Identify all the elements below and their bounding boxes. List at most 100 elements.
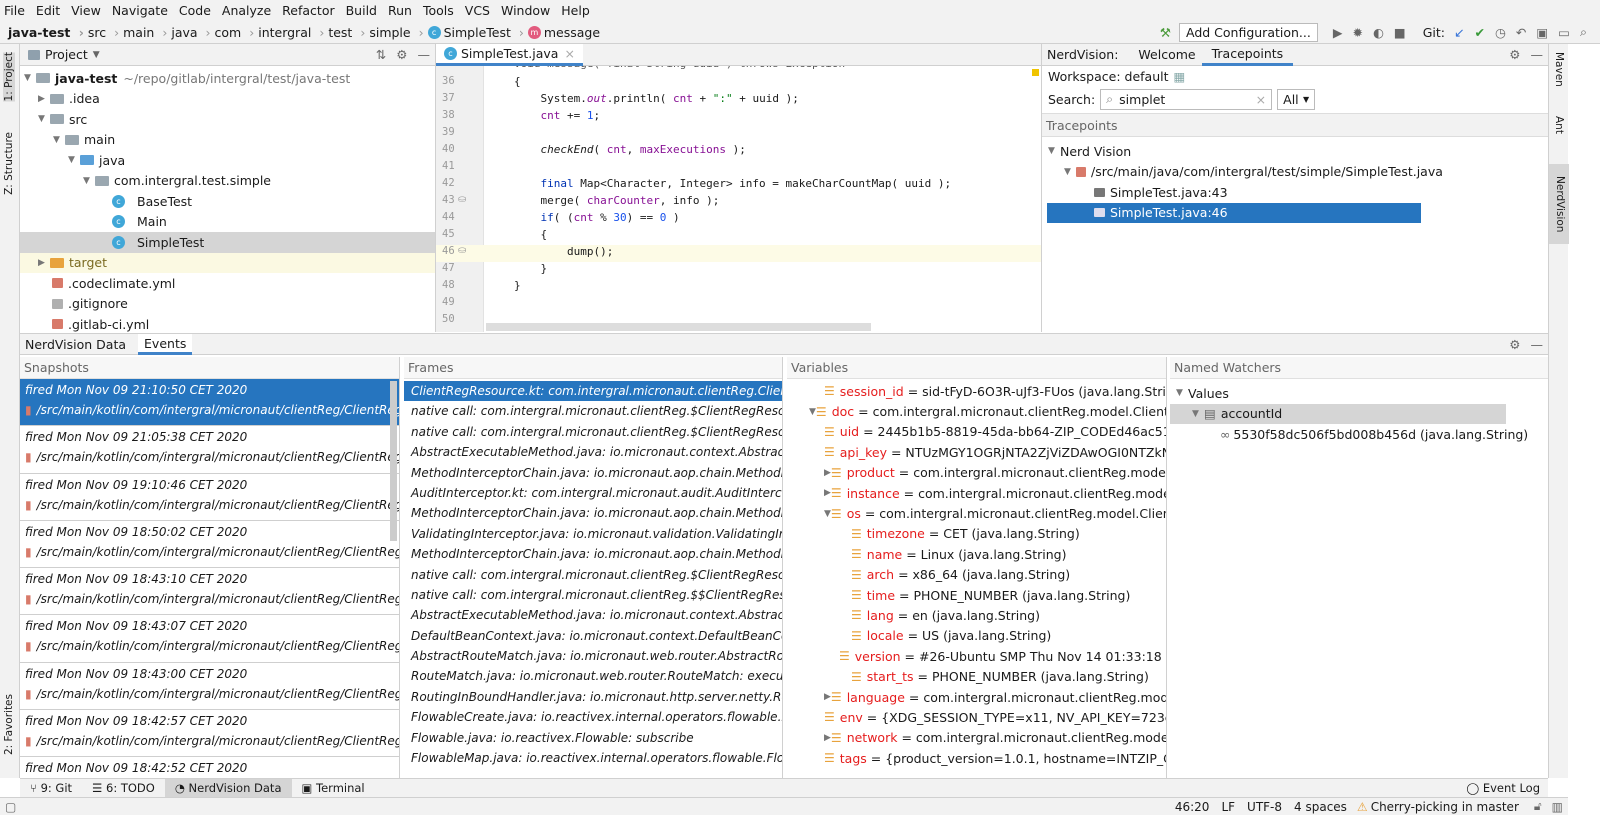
git-commit-icon[interactable]: ✔ (1474, 25, 1484, 40)
frame-item[interactable]: MethodInterceptorChain.java: io.micronau… (404, 503, 782, 523)
editor-tab-simpletest[interactable]: c SimpleTest.java × (436, 44, 583, 66)
tree-item-root[interactable]: ▼ java-test ~/repo/gitlab/intergral/test/j… (20, 68, 435, 89)
tree-item-class[interactable]: c BaseTest (20, 191, 435, 212)
frame-item[interactable]: MethodInterceptorChain.java: io.micronau… (404, 544, 782, 564)
line-separator[interactable]: LF (1221, 800, 1235, 814)
variable-item[interactable]: ☰ version = #26-Ubuntu SMP Thu Nov 14 01:… (787, 646, 1166, 666)
frame-item[interactable]: native call: com.intergral.micronaut.cli… (404, 401, 782, 421)
variable-item[interactable]: ▶ ☰ product = com.intergral.micronaut.clie… (787, 463, 1166, 483)
history-icon[interactable]: ◷ (1495, 25, 1506, 40)
code-editor[interactable]: cSimpleTest.java× void message( final St… (436, 44, 1042, 332)
expand-arrow-icon[interactable]: ▶ (824, 692, 831, 702)
search-input[interactable]: ⌕ simplet × (1100, 88, 1273, 110)
watcher-value[interactable]: ∞ 5530f58dc506f5bd008b456d (java.lang.Str… (1170, 424, 1548, 445)
clear-icon[interactable]: × (1256, 92, 1266, 107)
gear-icon[interactable]: ⚙ (396, 47, 407, 62)
frame-item[interactable]: FlowableCreate.java: io.reactivex.intern… (404, 707, 782, 727)
frame-item[interactable]: RoutingInBoundHandler.java: io.micronaut… (404, 687, 782, 707)
tree-item[interactable]: ▶ target (20, 252, 435, 273)
breadcrumb-item[interactable]: intergral (258, 25, 324, 40)
breadcrumb-item[interactable]: src (88, 25, 119, 40)
git-update-icon[interactable]: ↙ (1454, 25, 1464, 40)
minimize-icon[interactable]: — (418, 47, 431, 62)
tree-item[interactable]: ▼ main (20, 130, 435, 151)
horizontal-scrollbar[interactable] (486, 323, 871, 331)
tree-item[interactable]: ▼ java (20, 150, 435, 171)
breadcrumb-item[interactable]: com (215, 25, 255, 40)
variable-item[interactable]: ▼ ☰ doc = com.intergral.micronaut.clientRe… (787, 401, 1166, 421)
frame-item[interactable]: ValidatingInterceptor.java: io.micronaut… (404, 524, 782, 544)
tab-tracepoints[interactable]: Tracepoints (1201, 44, 1294, 66)
breadcrumb-project[interactable]: java-test (8, 25, 84, 40)
frame-item[interactable]: AuditInterceptor.kt: com.intergral.micro… (404, 483, 782, 503)
snapshot-item[interactable]: fired Mon Nov 09 18:50:02 CET 2020 ▮ /src/… (20, 521, 399, 569)
variable-item[interactable]: ☰ env = {XDG_SESSION_TYPE=x11, NV_API_KEY… (787, 707, 1166, 727)
frame-item[interactable]: AbstractExecutableMethod.java: io.micron… (404, 605, 782, 625)
menu-vcs[interactable]: VCS (465, 3, 490, 18)
frame-item[interactable]: native call: com.intergral.micronaut.cli… (404, 565, 782, 585)
indent-setting[interactable]: 4 spaces (1294, 800, 1347, 814)
breadcrumb-item[interactable]: java (171, 25, 210, 40)
menu-help[interactable]: Help (561, 3, 590, 18)
snapshot-item[interactable]: fired Mon Nov 09 18:43:10 CET 2020 ▮ /src/… (20, 568, 399, 616)
workspace-icon[interactable]: ▦ (1174, 69, 1186, 84)
run-icon[interactable]: ▶ (1333, 25, 1343, 40)
frame-item[interactable]: MethodInterceptorChain.java: io.micronau… (404, 463, 782, 483)
frame-item[interactable]: RouteMatch.java: io.micronaut.web.router… (404, 666, 782, 686)
expand-arrow-icon[interactable]: ▶ (824, 488, 831, 498)
tracepoint-icon[interactable]: ⛀ (458, 245, 466, 256)
collapse-all-icon[interactable]: ⇅ (376, 47, 386, 62)
variable-item[interactable]: ☰ session_id = sid-tFyD-6O3R-uJf3-FUos (j… (787, 381, 1166, 401)
variable-item[interactable]: ☰ timezone = CET (java.lang.String) (787, 524, 1166, 544)
coverage-icon[interactable]: ◐ (1373, 25, 1384, 40)
chevron-down-icon[interactable]: ▼ (93, 50, 100, 60)
memory-icon[interactable]: ▥ (1552, 800, 1563, 814)
tool-maven[interactable]: Maven (1553, 52, 1565, 87)
tool-nerdvision-data[interactable]: ◔ NerdVision Data (164, 778, 292, 798)
watcher-root[interactable]: ▼ Values (1170, 383, 1548, 404)
expand-arrow-icon[interactable]: ▶ (824, 468, 831, 478)
breadcrumb-method[interactable]: message (544, 25, 604, 40)
variable-item[interactable]: ☰ start_ts = PHONE_NUMBER (java.lang.Stri… (787, 666, 1166, 686)
tab-nerdvision-data[interactable]: NerdVision Data (25, 337, 126, 352)
tool-favorites[interactable]: 2: Favorites (3, 694, 15, 755)
tracepoint-item[interactable]: SimpleTest.java:43 (1042, 182, 1548, 203)
project-view-selector[interactable]: Project (45, 47, 88, 62)
variable-item[interactable]: ☰ name = Linux (java.lang.String) (787, 544, 1166, 564)
tree-item-class-selected[interactable]: c SimpleTest (20, 232, 435, 253)
expand-arrow-icon[interactable]: ▼ (824, 509, 831, 519)
frame-item[interactable]: Flowable.java: io.reactivex.Flowable: su… (404, 728, 782, 748)
terminal-icon[interactable]: ▭ (1558, 25, 1570, 40)
frame-item[interactable]: AbstractRouteMatch.java: io.micronaut.we… (404, 646, 782, 666)
variable-item[interactable]: ▶ ☰ instance = com.intergral.micronaut.cli… (787, 483, 1166, 503)
tree-item[interactable]: ▼ src (20, 109, 435, 130)
snapshot-item[interactable]: fired Mon Nov 09 18:43:07 CET 2020 ▮ /src/… (20, 615, 399, 663)
add-configuration-button[interactable]: Add Configuration... (1178, 22, 1318, 42)
tab-welcome[interactable]: Welcome (1132, 47, 1201, 62)
frame-item[interactable]: native call: com.intergral.micronaut.cli… (404, 422, 782, 442)
snapshot-item[interactable]: fired Mon Nov 09 21:10:50 CET 2020 ▮ /src/… (20, 379, 399, 427)
warning-marker[interactable] (1032, 69, 1039, 76)
tree-item-nerdvision[interactable]: ▼ Nerd Vision (1042, 141, 1548, 162)
tree-item-file[interactable]: .gitlab-ci.yml (20, 314, 435, 332)
breadcrumb-item[interactable]: simple (369, 25, 423, 40)
build-hammer-icon[interactable]: ⚒ (1160, 25, 1171, 40)
tree-item[interactable]: ▼ com.intergral.test.simple (20, 171, 435, 192)
variable-item[interactable]: ☰ tags = {product_version=1.0.1, hostname… (787, 748, 1166, 768)
minimize-icon[interactable]: — (1531, 337, 1544, 352)
snapshot-item[interactable]: fired Mon Nov 09 19:10:46 CET 2020 ▮ /src/… (20, 474, 399, 521)
status-toggle-icon[interactable]: ▢ (5, 800, 16, 814)
menu-edit[interactable]: Edit (36, 3, 60, 18)
frame-item[interactable]: FlowableMap.java: io.reactivex.internal.… (404, 748, 782, 768)
breadcrumb-item[interactable]: test (328, 25, 365, 40)
file-encoding[interactable]: UTF-8 (1247, 800, 1282, 814)
tree-item-file[interactable]: .codeclimate.yml (20, 273, 435, 294)
filter-select[interactable]: All ▼ (1277, 88, 1316, 110)
menu-run[interactable]: Run (388, 3, 412, 18)
gear-icon[interactable]: ⚙ (1509, 337, 1520, 352)
expand-arrow-icon[interactable]: ▶ (824, 733, 831, 743)
tool-ant[interactable]: Ant (1553, 116, 1565, 134)
variable-item[interactable]: ☰ time = PHONE_NUMBER (java.lang.String) (787, 585, 1166, 605)
tracepoint-item-selected[interactable]: SimpleTest.java:46 (1047, 202, 1421, 223)
debug-icon[interactable]: ✹ (1352, 25, 1362, 40)
